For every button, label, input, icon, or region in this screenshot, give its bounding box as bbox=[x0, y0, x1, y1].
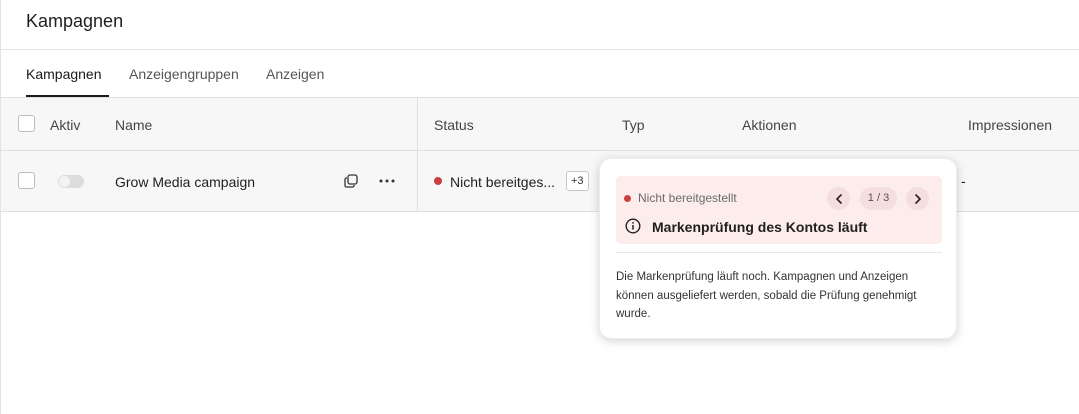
status-alert: Nicht bereitgestellt 1 / 3 Markenprüfung… bbox=[616, 176, 942, 244]
more-icon[interactable] bbox=[377, 171, 397, 191]
info-icon bbox=[625, 218, 641, 234]
impressions-value: - bbox=[961, 173, 966, 189]
popover-divider bbox=[616, 252, 942, 253]
status-text[interactable]: Nicht bereitges... bbox=[450, 174, 555, 190]
popover-description: Die Markenprüfung läuft noch. Kampagnen … bbox=[616, 271, 917, 320]
chevron-left-icon bbox=[835, 193, 842, 204]
next-button[interactable] bbox=[906, 187, 929, 210]
column-header-name[interactable]: Name bbox=[115, 117, 152, 133]
page-header: Kampagnen bbox=[1, 0, 1079, 50]
tab-anzeigen[interactable]: Anzeigen bbox=[266, 66, 324, 82]
status-dot bbox=[434, 177, 442, 185]
table-header: Aktiv Name Status Typ Aktionen Impressio… bbox=[1, 98, 1079, 151]
column-header-aktionen[interactable]: Aktionen bbox=[742, 117, 796, 133]
chevron-right-icon bbox=[914, 193, 921, 204]
previous-button[interactable] bbox=[827, 187, 850, 210]
status-popover: Nicht bereitgestellt 1 / 3 Markenprüfung… bbox=[599, 158, 957, 339]
alert-title: Markenprüfung des Kontos läuft bbox=[652, 219, 868, 235]
active-tab-indicator bbox=[26, 95, 109, 97]
tab-kampagnen[interactable]: Kampagnen bbox=[26, 66, 102, 82]
tab-bar: Kampagnen Anzeigengruppen Anzeigen bbox=[1, 50, 1079, 98]
status-more-badge[interactable]: +3 bbox=[566, 171, 589, 191]
select-all-checkbox[interactable] bbox=[18, 115, 35, 132]
pager-indicator: 1 / 3 bbox=[860, 187, 897, 210]
active-toggle[interactable] bbox=[58, 175, 84, 188]
campaign-name[interactable]: Grow Media campaign bbox=[115, 174, 255, 190]
column-header-status[interactable]: Status bbox=[434, 117, 474, 133]
page-title: Kampagnen bbox=[26, 11, 124, 31]
duplicate-icon[interactable] bbox=[341, 171, 361, 191]
column-header-aktiv[interactable]: Aktiv bbox=[50, 117, 80, 133]
row-checkbox[interactable] bbox=[18, 172, 35, 189]
alert-status-dot bbox=[624, 195, 631, 202]
alert-status-text: Nicht bereitgestellt bbox=[638, 191, 737, 205]
column-header-impressionen[interactable]: Impressionen bbox=[968, 117, 1052, 133]
app-frame: Kampagnen Kampagnen Anzeigengruppen Anze… bbox=[0, 0, 1079, 414]
column-divider bbox=[417, 98, 418, 212]
tab-anzeigengruppen[interactable]: Anzeigengruppen bbox=[129, 66, 239, 82]
column-header-typ[interactable]: Typ bbox=[622, 117, 645, 133]
